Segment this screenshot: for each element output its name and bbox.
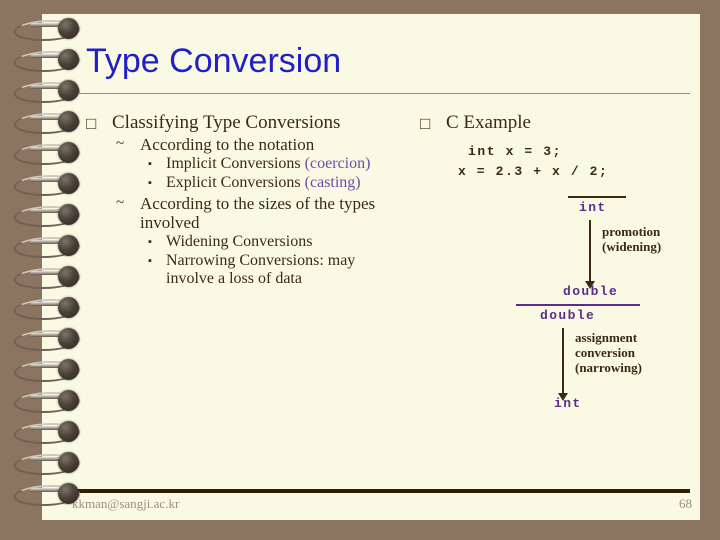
small-square-bullet-icon: ▪ [148,255,152,267]
subsubbullet-label: Widening Conversions [166,233,313,250]
hollow-square-bullet-icon: □ [86,114,97,133]
footer-email: kkman@sangji.ac.kr [72,496,180,511]
small-square-bullet-icon: ▪ [148,177,152,189]
subsubbullet-label: Explicit Conversions [166,174,301,191]
derivation-annotation-promotion: promotion (widening) [602,224,662,254]
title-divider [70,93,690,94]
tilde-bullet-icon: ~ [116,136,125,152]
derivation-arrow-promotion [585,220,595,289]
derivation-rule-1 [568,196,626,198]
subbullet-according-to-notation: ~ According to the notation [86,135,396,154]
derivation-type-int-2: int [554,396,582,411]
subsubbullet-label: Implicit Conversions [166,155,301,172]
page-title: Type Conversion [86,42,342,80]
bullet-c-example: □ C Example [420,112,700,134]
derivation-type-int-1: int [579,200,607,215]
subsubbullet-label: Narrowing Conversions: may involve a los… [166,252,356,287]
bullet-classifying-type-conversions: □ Classifying Type Conversions [86,112,396,133]
small-square-bullet-icon: ▪ [148,236,152,248]
subbullet-according-to-sizes: ~ According to the sizes of the types in… [86,194,396,232]
footer-divider [70,489,690,493]
derivation-type-double-1: double [563,284,619,299]
bullet-label: C Example [446,112,531,133]
derivation-rule-2 [516,304,640,306]
right-content-column: □ C Example int x = 3; x = 2.3 + x / 2; … [420,112,700,411]
slide-page: Type Conversion □ Classifying Type Conve… [42,14,700,520]
tilde-bullet-icon: ~ [116,195,125,211]
subsubbullet-widening-conversions: ▪ Widening Conversions [86,233,396,251]
subsubbullet-implicit-conversions: ▪ Implicit Conversions (coercion) [86,155,396,173]
derivation-arrow-assignment [558,328,568,401]
subsubbullet-paren: (casting) [304,174,361,191]
subsubbullet-explicit-conversions: ▪ Explicit Conversions (casting) [86,174,396,192]
code-line-declaration: int x = 3; [468,144,563,159]
hollow-square-bullet-icon: □ [420,114,431,133]
subbullet-label: According to the notation [140,135,315,154]
slide-canvas: Type Conversion □ Classifying Type Conve… [0,0,720,540]
small-square-bullet-icon: ▪ [148,158,152,170]
subbullet-label: According to the sizes of the types invo… [140,194,376,232]
bullet-label: Classifying Type Conversions [112,112,341,133]
subsubbullet-paren: (coercion) [304,155,371,172]
code-line-assignment: x = 2.3 + x / 2; [458,164,609,179]
left-content-column: □ Classifying Type Conversions ~ Accordi… [86,112,396,288]
derivation-annotation-assignment: assignment conversion (narrowing) [575,330,642,375]
footer-page-number: 68 [679,496,692,511]
subsubbullet-narrowing-conversions: ▪ Narrowing Conversions: may involve a l… [86,252,396,288]
derivation-type-double-2: double [540,308,596,323]
